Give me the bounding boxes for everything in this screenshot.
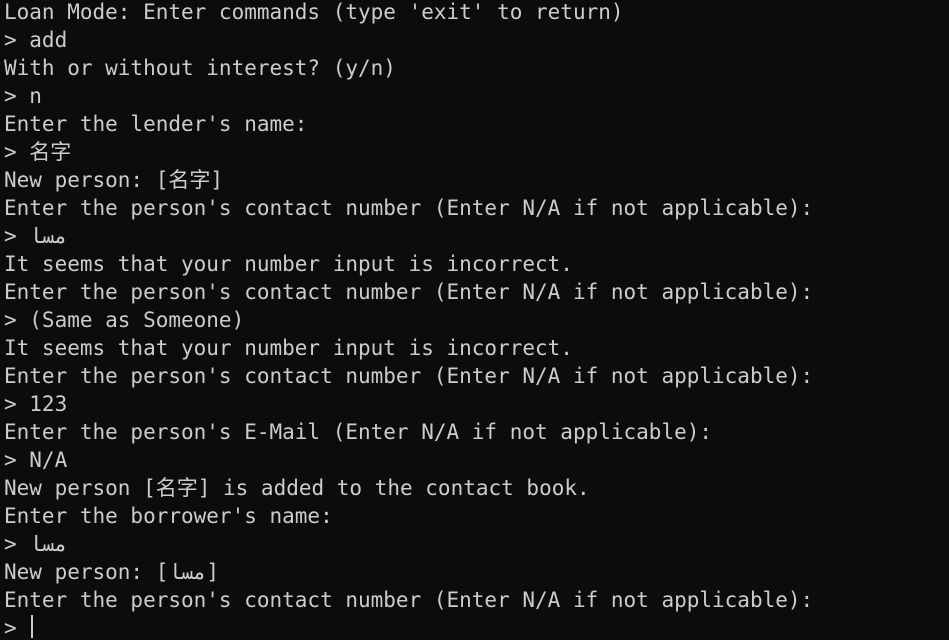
terminal-line: New person [名字] is added to the contact … xyxy=(4,476,590,500)
terminal-line: > 123 xyxy=(4,392,68,416)
prompt: > xyxy=(4,616,30,638)
terminal-line: Enter the person's contact number (Enter… xyxy=(4,280,814,304)
terminal-line: Enter the person's contact number (Enter… xyxy=(4,364,814,388)
terminal-line: > n xyxy=(4,84,42,108)
terminal-line: Enter the person's contact number (Enter… xyxy=(4,196,814,220)
terminal-line: New person: [مسا] xyxy=(4,560,219,584)
terminal-line: > 名字 xyxy=(4,140,72,164)
terminal-line: New person: [名字] xyxy=(4,168,224,192)
terminal-line: > add xyxy=(4,28,68,52)
terminal-line: > مسا xyxy=(4,224,68,248)
text-cursor[interactable] xyxy=(31,615,34,638)
terminal-line: It seems that your number input is incor… xyxy=(4,336,573,360)
terminal-line: Enter the person's E-Mail (Enter N/A if … xyxy=(4,420,713,444)
terminal-line: Loan Mode: Enter commands (type 'exit' t… xyxy=(4,0,624,24)
terminal-line: Enter the lender's name: xyxy=(4,112,308,136)
terminal-line: With or without interest? (y/n) xyxy=(4,56,396,80)
terminal-line: Enter the borrower's name: xyxy=(4,504,333,528)
terminal-line: It seems that your number input is incor… xyxy=(4,252,573,276)
input-line[interactable]: > xyxy=(4,614,949,638)
terminal-line: > N/A xyxy=(4,448,68,472)
terminal-line: Enter the person's contact number (Enter… xyxy=(4,588,814,612)
terminal-window[interactable]: Loan Mode: Enter commands (type 'exit' t… xyxy=(0,0,949,638)
terminal-line: > مسا xyxy=(4,532,68,556)
terminal-line: > (Same as Someone) xyxy=(4,308,245,332)
